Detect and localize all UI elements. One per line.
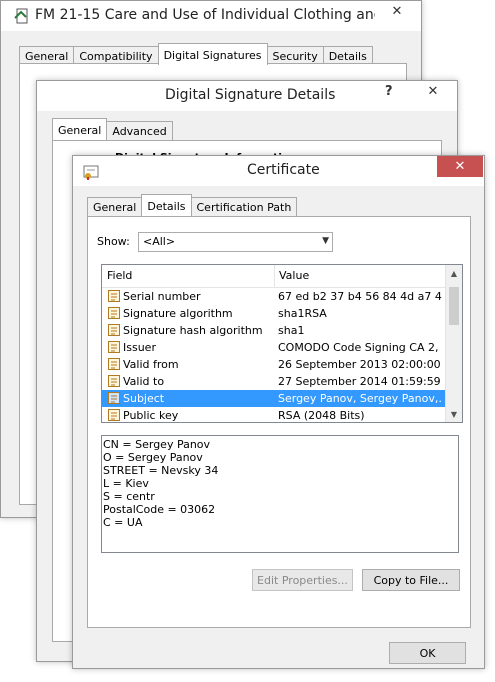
close-button[interactable]: ✕ <box>374 1 420 22</box>
close-icon: ✕ <box>391 4 403 19</box>
field-list[interactable]: Field Value Serial number 67 ed b2 37 b4 … <box>101 264 463 423</box>
table-row[interactable]: Serial number 67 ed b2 37 b4 56 84 4d a7 … <box>102 288 446 305</box>
cert-field-icon <box>107 323 121 337</box>
field-value: Sergey Panov, Sergey Panov,... <box>278 392 443 405</box>
field-name: Signature algorithm <box>123 307 233 320</box>
field-value: sha1RSA <box>278 307 327 320</box>
field-name: Valid to <box>123 375 165 388</box>
detail-box[interactable]: CN = Sergey Panov O = Sergey Panov STREET … <box>101 435 459 553</box>
table-row[interactable]: Signature algorithm sha1RSA <box>102 305 446 322</box>
field-name: Issuer <box>123 341 156 354</box>
table-row[interactable]: Public key RSA (2048 Bits) <box>102 407 446 422</box>
tab-strip: General Details Certification Path <box>87 194 298 216</box>
show-select-value: <All> <box>143 235 176 248</box>
detail-line: O = Sergey Panov <box>103 451 203 464</box>
close-button[interactable]: ✕ <box>437 156 483 177</box>
tab-certification-path[interactable]: Certification Path <box>190 197 298 216</box>
tab-general[interactable]: General <box>87 197 143 216</box>
field-name: Valid from <box>123 358 179 371</box>
table-row[interactable]: Subject Sergey Panov, Sergey Panov,... <box>102 390 446 407</box>
dropdown-arrow-icon: ▼ <box>322 236 329 246</box>
field-name: Serial number <box>123 290 201 303</box>
title-bar: Digital Signature Details ? ✕ <box>37 81 457 111</box>
edit-properties-button[interactable]: Edit Properties... <box>252 569 353 591</box>
list-header: Field Value <box>102 265 446 288</box>
field-value: 26 September 2013 02:00:00 <box>278 358 441 371</box>
detail-line: PostalCode = 03062 <box>103 503 216 516</box>
cert-field-icon <box>107 289 121 303</box>
certificate-icon <box>83 164 99 180</box>
detail-line: S = centr <box>103 490 155 503</box>
table-row[interactable]: Valid to 27 September 2014 01:59:59 <box>102 373 446 390</box>
field-value: 27 September 2014 01:59:59 <box>278 375 441 388</box>
detail-line: L = Kiev <box>103 477 149 490</box>
scroll-up-arrow[interactable]: ▲ <box>446 265 462 281</box>
field-value: RSA (2048 Bits) <box>278 409 365 422</box>
copy-to-file-button[interactable]: Copy to File... <box>362 569 460 591</box>
scroll-thumb[interactable] <box>449 287 459 325</box>
cert-field-icon <box>107 408 121 422</box>
field-value: 67 ed b2 37 b4 56 84 4d a7 41... <box>278 290 443 303</box>
close-icon: ✕ <box>454 159 466 174</box>
field-name: Public key <box>123 409 179 422</box>
title-bar: Certificate ✕ <box>73 156 484 186</box>
tab-digital-signatures[interactable]: Digital Signatures <box>157 43 268 65</box>
cert-field-icon <box>107 374 121 388</box>
tab-advanced[interactable]: Advanced <box>106 121 173 140</box>
cert-field-icon <box>107 306 121 320</box>
table-row[interactable]: Signature hash algorithm sha1 <box>102 322 446 339</box>
detail-line: C = UA <box>103 516 143 529</box>
close-button[interactable]: ✕ <box>410 81 456 102</box>
cert-field-icon <box>107 391 121 405</box>
rows-container: Serial number 67 ed b2 37 b4 56 84 4d a7 … <box>102 288 462 422</box>
window-title: Digital Signature Details <box>165 87 336 103</box>
file-icon <box>14 8 30 24</box>
window-title: FM 21-15 Care and Use of Individual Clot… <box>35 7 375 23</box>
list-scrollbar[interactable]: ▲ ▼ <box>445 265 462 422</box>
tab-strip: General Compatibility Digital Signatures… <box>19 43 373 65</box>
field-name: Signature hash algorithm <box>123 324 263 337</box>
column-value[interactable]: Value <box>279 269 309 282</box>
field-name: Subject <box>123 392 165 405</box>
detail-line: CN = Sergey Panov <box>103 438 211 451</box>
table-row[interactable]: Issuer COMODO Code Signing CA 2, ... <box>102 339 446 356</box>
title-bar: FM 21-15 Care and Use of Individual Clot… <box>1 1 421 31</box>
tab-strip: General Advanced <box>52 118 173 140</box>
column-field[interactable]: Field <box>107 269 132 282</box>
detail-lines: CN = Sergey Panov O = Sergey Panov STREET … <box>103 438 457 529</box>
column-divider <box>274 265 275 287</box>
close-icon: ✕ <box>427 84 439 99</box>
tab-general[interactable]: General <box>52 118 108 140</box>
detail-line: STREET = Nevsky 34 <box>103 464 219 477</box>
certificate-window: Certificate ✕ General Details Certificat… <box>72 155 485 669</box>
field-value: COMODO Code Signing CA 2, ... <box>278 341 443 354</box>
tab-panel: Show: <All> ▼ Field Value Serial number 6… <box>87 216 471 628</box>
help-icon[interactable]: ? <box>385 84 393 99</box>
show-select[interactable]: <All> ▼ <box>138 232 333 252</box>
table-row[interactable]: Valid from 26 September 2013 02:00:00 <box>102 356 446 373</box>
tab-details[interactable]: Details <box>141 194 192 216</box>
window-title: Certificate <box>247 162 320 178</box>
field-value: sha1 <box>278 324 305 337</box>
show-label: Show: <box>97 235 130 248</box>
cert-field-icon <box>107 340 121 354</box>
cert-field-icon <box>107 357 121 371</box>
scroll-down-arrow[interactable]: ▼ <box>446 406 462 422</box>
ok-button[interactable]: OK <box>389 642 466 664</box>
